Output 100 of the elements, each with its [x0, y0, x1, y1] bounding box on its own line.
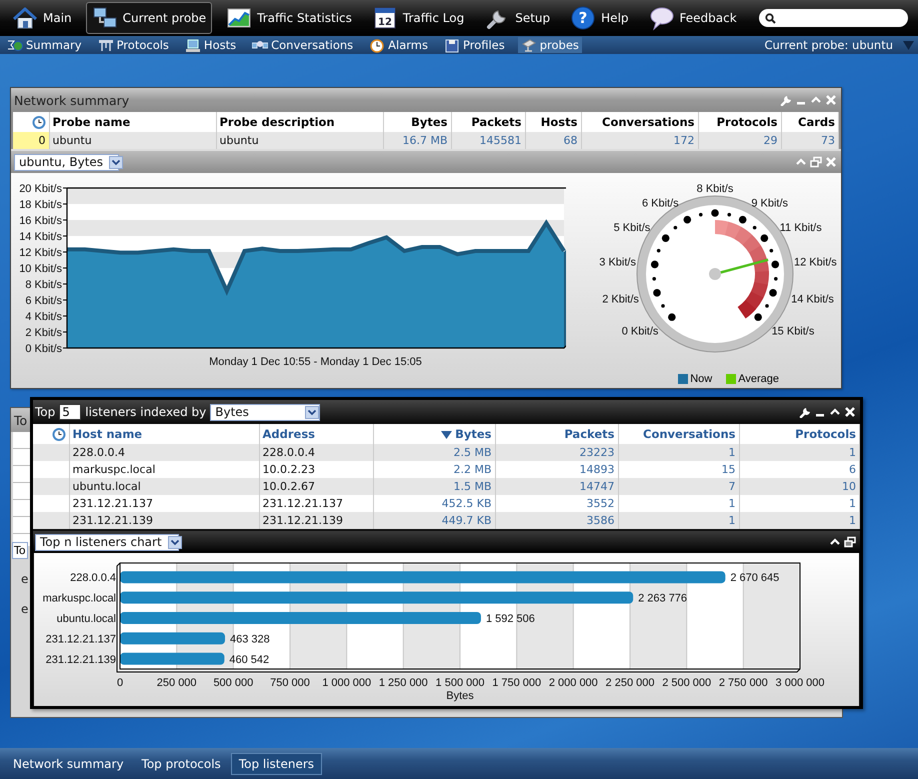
x-axis-label: 250 000 [156, 677, 197, 689]
x-axis-label: 3 000 000 [776, 677, 824, 689]
table-cell: 228.0.0.4 [259, 444, 373, 461]
x-axis-label: 2 250 000 [606, 677, 654, 689]
table-cell: 68 [525, 132, 581, 149]
gauge-label: 3 Kbit/s [599, 256, 636, 268]
table-cell: 16.7 MB [383, 132, 451, 149]
taskbar-tab[interactable]: Top protocols [134, 752, 229, 774]
axis-label: e [21, 602, 28, 616]
table-cell: 452.5 KB [373, 495, 495, 512]
gauge-label: 5 Kbit/s [614, 222, 650, 234]
column-header[interactable]: Cards [781, 112, 838, 132]
y-axis-label: 10 Kbit/s [19, 263, 62, 275]
wrench-icon[interactable] [799, 406, 811, 418]
y-axis-label: 14 Kbit/s [19, 231, 62, 243]
y-axis-label: 6 Kbit/s [25, 295, 62, 307]
submenu-item[interactable]: Hosts [182, 37, 240, 53]
clock-icon[interactable] [52, 427, 66, 441]
count-field[interactable]: 5 [59, 404, 82, 420]
caret-icon [168, 536, 182, 548]
close-icon[interactable] [844, 406, 856, 418]
submenu-item[interactable]: Summary [4, 37, 85, 53]
table-cell: 145581 [451, 132, 525, 149]
column-header[interactable]: Conversations [581, 112, 698, 132]
submenu-item[interactable]: probes [518, 37, 582, 53]
menu-item[interactable]: Feedback [642, 2, 743, 34]
menu-item[interactable]: Current probe [86, 2, 212, 34]
table-cell: 1 [739, 444, 860, 461]
table-cell: 231.12.21.139 [69, 512, 259, 529]
column-header[interactable]: Bytes [373, 424, 495, 444]
gauge-label: 14 Kbit/s [791, 294, 834, 306]
menu-item[interactable]: Traffic Statistics [220, 2, 358, 34]
sigma-globe-icon [7, 38, 23, 52]
menu-item[interactable]: 12 Traffic Log [366, 2, 470, 34]
table-cell: 1 [739, 512, 860, 529]
submenu-item[interactable]: Alarms [366, 37, 431, 53]
category-label: markuspc.local [42, 592, 116, 605]
table-cell: 231.12.21.137 [259, 495, 373, 512]
y-axis-label: 18 Kbit/s [19, 199, 62, 211]
gauge-label: 0 Kbit/s [622, 326, 658, 338]
menu-item[interactable]: Main [6, 2, 78, 34]
gauge-label: 6 Kbit/s [642, 198, 679, 210]
restore-icon[interactable] [844, 536, 856, 548]
y-axis-label: 16 Kbit/s [19, 215, 62, 227]
column-header[interactable]: Protocols [698, 112, 781, 132]
table-cell: 7 [618, 478, 739, 495]
current-probe-label[interactable]: Current probe: ubuntu [764, 38, 893, 52]
submenu-item[interactable]: Profiles [440, 37, 508, 53]
table-cell: 29 [698, 132, 781, 149]
search-field[interactable] [758, 9, 908, 27]
submenu-item[interactable]: Protocols [94, 37, 172, 53]
row-index: 0 [13, 132, 49, 149]
table-cell: 231.12.21.137 [69, 495, 259, 512]
column-header[interactable]: Protocols [739, 424, 860, 444]
y-axis-label: 12 Kbit/s [19, 247, 62, 259]
table-cell: 228.0.0.4 [69, 444, 259, 461]
table-cell: 6 [739, 461, 860, 478]
help-icon: ? [570, 5, 596, 31]
value-label: 2 263 776 [638, 592, 688, 605]
chart-selector[interactable]: To [12, 542, 28, 559]
column-header[interactable]: Packets [451, 112, 525, 132]
table-cell: 1.5 MB [373, 478, 495, 495]
x-axis-label: 500 000 [213, 677, 254, 689]
value-label: 460 542 [229, 654, 270, 666]
column-header[interactable]: Host name [69, 424, 259, 444]
gauge-label: 15 Kbit/s [772, 326, 814, 338]
table-cell: 1 [618, 444, 739, 461]
table-cell: ubuntu [49, 132, 216, 149]
value-label: 2 670 645 [730, 572, 780, 584]
y-axis-label: 4 Kbit/s [25, 311, 62, 323]
x-axis-label: 1 250 000 [378, 677, 428, 689]
column-header[interactable]: Probe name [49, 112, 216, 132]
column-header[interactable]: Packets [495, 424, 618, 444]
gauge-label: 11 Kbit/s [780, 222, 822, 234]
menu-item[interactable]: ? Help [564, 2, 635, 34]
column-header[interactable]: Hosts [525, 112, 581, 132]
y-axis-label: 8 Kbit/s [25, 279, 62, 291]
taskbar-tab[interactable]: Top listeners [230, 752, 322, 774]
column-header[interactable]: Probe description [216, 112, 383, 132]
taskbar-tab[interactable]: Network summary [5, 752, 132, 774]
table-cell: ubuntu [216, 132, 383, 149]
clock-icon[interactable] [32, 115, 46, 129]
x-axis-label: 2 000 000 [548, 677, 598, 689]
index-by-select[interactable]: Bytes [210, 404, 320, 420]
table-cell: ubuntu.local [69, 478, 259, 495]
x-axis-label: 2 750 000 [718, 677, 768, 689]
column-header[interactable]: Address [259, 424, 373, 444]
column-header[interactable]: Bytes [383, 112, 451, 132]
table-cell: 23223 [495, 444, 618, 461]
chart-selector[interactable]: Top n listeners chart [35, 534, 179, 550]
caret-icon [305, 406, 320, 418]
y-axis-label: 2 Kbit/s [25, 327, 62, 339]
column-header[interactable]: Conversations [618, 424, 739, 444]
computer-icon [184, 38, 201, 52]
title-text: listeners indexed by [85, 405, 206, 419]
submenu-item[interactable]: Conversations [249, 37, 356, 53]
x-axis-label: 1 500 000 [436, 677, 484, 689]
menu-item[interactable]: Setup [478, 2, 556, 34]
gauge-label: 2 Kbit/s [602, 294, 639, 306]
table-cell: 2.2 MB [373, 461, 495, 478]
